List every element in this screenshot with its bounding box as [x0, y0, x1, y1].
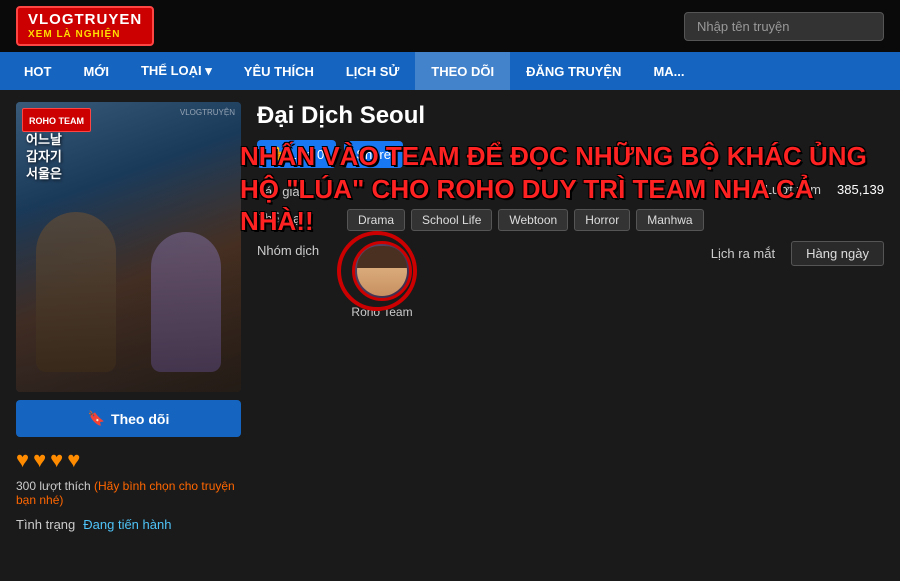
bookmark-icon: 🔖 [88, 410, 105, 427]
tags-container: Drama School Life Webtoon Horror Manhwa [347, 209, 704, 231]
genre-label: Thể loại [257, 209, 347, 226]
search-input[interactable] [684, 12, 884, 41]
cover-watermark: VLOGTRUYỆN [180, 108, 235, 117]
group-avatar-wrapper[interactable]: Roho Team [347, 241, 417, 319]
nav-item-more[interactable]: MA... [637, 52, 700, 90]
nav-item-genres[interactable]: THỂ LOẠI ▾ [125, 52, 228, 90]
schedule-button[interactable]: Hàng ngày [791, 241, 884, 266]
tag-webtoon[interactable]: Webtoon [498, 209, 568, 231]
group-avatar[interactable] [352, 241, 412, 301]
genre-row: Thể loại Drama School Life Webtoon Horro… [257, 209, 884, 231]
header-search[interactable] [684, 12, 884, 41]
cover-team-text: ROHO TEAM [29, 116, 84, 126]
main-content: ROHO TEAM VLOGTRUYỆN 어느날갑자기서울은 🔖 Theo dõ… [0, 90, 900, 544]
nav-item-follow[interactable]: THEO DÕI [415, 52, 510, 90]
likes-row: 300 lượt thích (Hãy bình chọn cho truyện… [16, 479, 241, 507]
avatar-hair [357, 246, 407, 268]
heart-2[interactable]: ♥ [33, 447, 46, 473]
status-label: Tình trạng [16, 517, 75, 532]
thumbs-up-icon: 👍 [269, 146, 285, 162]
nav-item-favorites[interactable]: YÊU THÍCH [228, 52, 330, 90]
views-value: 385,139 [837, 182, 884, 197]
follow-button[interactable]: 🔖 Theo dõi [16, 400, 241, 437]
like-button[interactable]: 👍 Like 0 [257, 140, 336, 168]
cover-characters [16, 192, 241, 392]
nav-item-new[interactable]: MỚI [67, 52, 125, 90]
logo-area[interactable]: VLOGTRUYEN XEM LÀ NGHIỆN [16, 6, 154, 46]
logo-bottom: XEM LÀ NGHIỆN [28, 29, 142, 40]
heart-1[interactable]: ♥ [16, 447, 29, 473]
nav-item-hot[interactable]: HOT [8, 52, 67, 90]
group-name: Roho Team [347, 305, 417, 319]
nav-item-upload[interactable]: ĐĂNG TRUYỆN [510, 52, 637, 90]
action-buttons: 👍 Like 0 Share [257, 140, 884, 168]
hearts-row: ♥ ♥ ♥ ♥ [16, 447, 241, 473]
group-label: Nhóm dịch [257, 241, 347, 258]
group-row: Nhóm dịch Roho Team Lịch ra mắt Hàng ngà… [257, 241, 884, 319]
manga-cover: ROHO TEAM VLOGTRUYỆN 어느날갑자기서울은 [16, 102, 241, 392]
heart-3[interactable]: ♥ [50, 447, 63, 473]
views-section: Lượt xem 385,139 [765, 182, 884, 197]
heart-4[interactable]: ♥ [67, 447, 80, 473]
left-panel: ROHO TEAM VLOGTRUYỆN 어느날갑자기서울은 🔖 Theo dõ… [16, 102, 241, 532]
share-button[interactable]: Share [344, 141, 403, 168]
cover-team-badge: ROHO TEAM [22, 108, 91, 132]
tag-school[interactable]: School Life [411, 209, 492, 231]
nav-item-history[interactable]: LỊCH SỬ [330, 52, 415, 90]
author-label: Tác giả [257, 182, 347, 199]
right-panel: Đại Dịch Seoul 👍 Like 0 Share Tác giả Lư… [257, 102, 884, 532]
info-table: Tác giả Lượt xem 385,139 Thể loại Drama … [257, 182, 884, 319]
schedule-label: Lịch ra mắt [711, 246, 775, 261]
logo-top: VLOGTRUYEN [28, 12, 142, 29]
nav: HOT MỚI THỂ LOẠI ▾ YÊU THÍCH LỊCH SỬ THE… [0, 52, 900, 90]
author-row: Tác giả Lượt xem 385,139 [257, 182, 884, 199]
cover-title-text: 어느날갑자기서울은 [26, 132, 62, 183]
manga-title: Đại Dịch Seoul [257, 102, 884, 130]
avatar-face [357, 246, 407, 296]
logo-box: VLOGTRUYEN XEM LÀ NGHIỆN [16, 6, 154, 46]
status-value: Đang tiến hành [83, 517, 171, 532]
schedule-section: Lịch ra mắt Hàng ngày [711, 241, 884, 266]
status-row: Tình trạng Đang tiến hành [16, 517, 241, 532]
tag-drama[interactable]: Drama [347, 209, 405, 231]
views-label: Lượt xem [765, 182, 821, 197]
main-wrapper: NHẤN VÀO TEAM ĐỂ ĐỌC NHỮNG BỘ KHÁC ỦNG H… [0, 90, 900, 544]
header: VLOGTRUYEN XEM LÀ NGHIỆN [0, 0, 900, 52]
tag-horror[interactable]: Horror [574, 209, 630, 231]
tag-manhwa[interactable]: Manhwa [636, 209, 703, 231]
